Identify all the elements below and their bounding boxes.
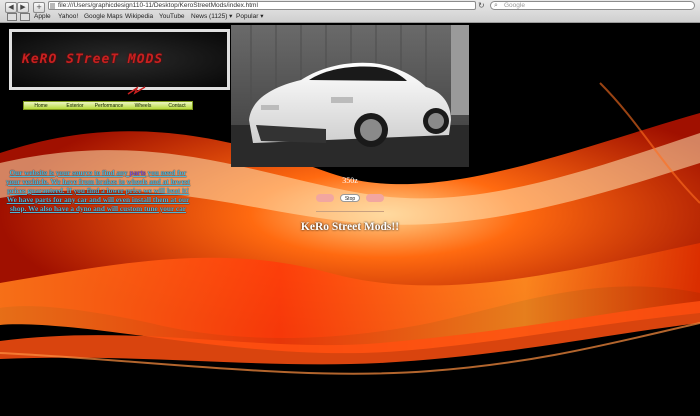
intro-paragraph: Our website is your source to find any p… bbox=[2, 168, 194, 214]
main-nav: Home Exterior Performance Wheels Contact bbox=[23, 101, 193, 110]
site-logo[interactable]: KeRO STreeT MODS bbox=[9, 29, 230, 95]
bookmark-google-maps[interactable]: Google Maps bbox=[84, 11, 123, 22]
slideshow-stop-button[interactable]: Stop bbox=[340, 194, 360, 202]
parts-link[interactable]: parts bbox=[130, 168, 146, 177]
bookmark-popular[interactable]: Popular ▾ bbox=[236, 11, 263, 22]
nav-exterior[interactable]: Exterior bbox=[58, 102, 92, 110]
search-placeholder: Google bbox=[504, 2, 525, 9]
bookmark-news[interactable]: News (1125) ▾ bbox=[191, 11, 232, 22]
bookmark-yahoo[interactable]: Yahoo! bbox=[58, 11, 78, 22]
photo-caption: 350z bbox=[342, 176, 358, 185]
browser-toolbar: ◀ ▶ + file:///Users/graphicdesign110-11/… bbox=[0, 0, 700, 23]
address-bar-text: file:///Users/graphicdesign110-11/Deskto… bbox=[58, 2, 258, 9]
page-headline: KeRo Street Mods!! bbox=[300, 221, 400, 233]
car-photo bbox=[231, 25, 469, 167]
divider bbox=[316, 211, 384, 212]
nav-wheels[interactable]: Wheels bbox=[126, 102, 160, 110]
file-icon bbox=[50, 3, 55, 9]
nav-performance[interactable]: Performance bbox=[92, 102, 126, 110]
web-page: KeRO STreeT MODS Home Exterior Performan… bbox=[0, 23, 700, 416]
bookmarks-bar: Apple Yahoo! Google Maps Wikipedia YouTu… bbox=[0, 11, 700, 22]
reload-icon[interactable]: ↻ bbox=[478, 1, 485, 10]
top-sites-icon[interactable] bbox=[20, 13, 30, 21]
nav-contact[interactable]: Contact bbox=[160, 102, 194, 110]
bookmark-apple[interactable]: Apple bbox=[34, 11, 51, 22]
logo-text: KeRO STreeT MODS bbox=[22, 52, 164, 67]
bookmark-youtube[interactable]: YouTube bbox=[159, 11, 185, 22]
slideshow-next-button[interactable]: Next bbox=[366, 194, 384, 202]
logo-swoosh-icon bbox=[127, 86, 146, 95]
nav-home[interactable]: Home bbox=[24, 102, 58, 110]
bookmark-wikipedia[interactable]: Wikipedia bbox=[125, 11, 153, 22]
intro-text-start: Our website is your source to find any bbox=[9, 168, 130, 177]
search-icon: ⌕ bbox=[494, 2, 498, 9]
slideshow-prev-button[interactable]: Prev bbox=[316, 194, 334, 202]
reading-list-icon[interactable] bbox=[7, 13, 17, 21]
